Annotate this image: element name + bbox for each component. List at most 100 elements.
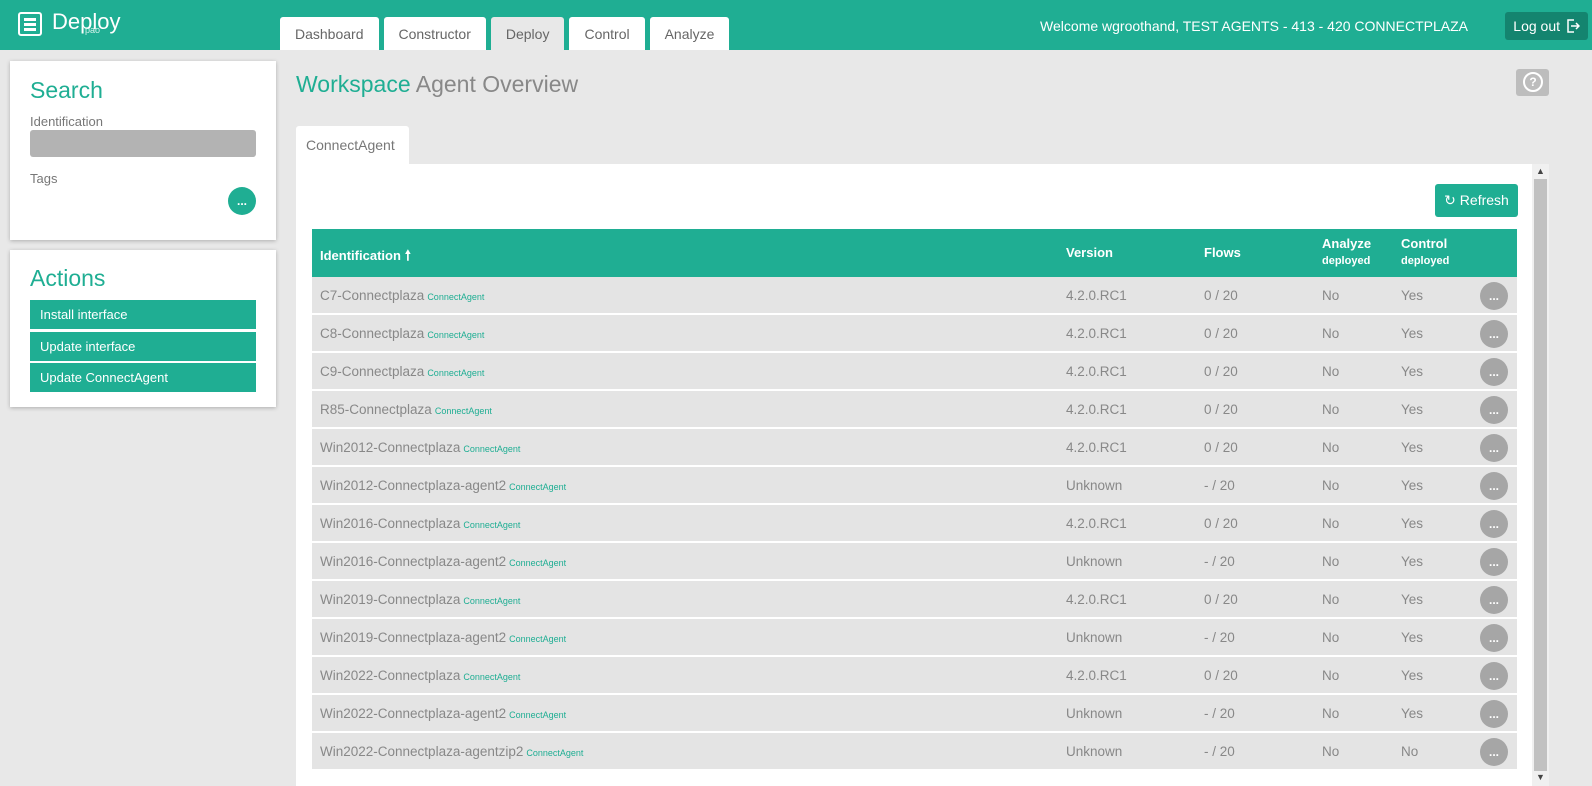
agent-identification[interactable]: C9-Connectplaza ConnectAgent [320,364,484,379]
agent-tag[interactable]: ConnectAgent [427,330,484,340]
agent-tag[interactable]: ConnectAgent [463,596,520,606]
agent-tag[interactable]: ConnectAgent [509,634,566,644]
row-more-button[interactable]: ... [1480,510,1508,538]
update-interface-button[interactable]: Update interface [30,332,256,361]
agent-analyze-deployed: No [1322,516,1340,531]
agent-tag[interactable]: ConnectAgent [509,710,566,720]
col-flows[interactable]: Flows [1204,245,1241,260]
agent-tag[interactable]: ConnectAgent [463,672,520,682]
app-logo[interactable]: Deploy [18,10,120,36]
row-more-button[interactable]: ... [1480,624,1508,652]
table-row[interactable]: C9-Connectplaza ConnectAgent 4.2.0.RC1 0 / … [312,353,1517,391]
row-more-button[interactable]: ... [1480,738,1508,766]
agent-identification[interactable]: Win2022-Connectplaza-agentzip2 ConnectAge… [320,744,583,759]
row-more-button[interactable]: ... [1480,548,1508,576]
tab-analyze[interactable]: Analyze [649,17,730,50]
arrow-up-icon: 🠕 [404,247,411,263]
agent-version: Unknown [1066,744,1123,759]
agent-name: R85-Connectplaza [320,402,432,417]
tab-connectagent[interactable]: ConnectAgent [296,126,409,166]
logout-button[interactable]: Log out [1505,12,1588,40]
agent-identification[interactable]: Win2012-Connectplaza ConnectAgent [320,440,520,455]
agent-version: 4.2.0.RC1 [1066,364,1127,379]
col-identification-label: Identification [320,248,401,263]
agent-flows: - / 20 [1204,630,1235,645]
tab-dashboard[interactable]: Dashboard [280,17,379,50]
agent-identification[interactable]: Win2016-Connectplaza-agent2 ConnectAgent [320,554,566,569]
agent-identification[interactable]: Win2019-Connectplaza ConnectAgent [320,592,520,607]
table-row[interactable]: Win2012-Connectplaza ConnectAgent 4.2.0.RC… [312,429,1517,467]
table-row[interactable]: Win2019-Connectplaza-agent2 ConnectAgent U… [312,619,1517,657]
table-row[interactable]: C7-Connectplaza ConnectAgent 4.2.0.RC1 0 / … [312,277,1517,315]
agent-version: Unknown [1066,706,1123,721]
table-row[interactable]: Win2019-Connectplaza ConnectAgent 4.2.0.RC… [312,581,1517,619]
agent-identification[interactable]: Win2022-Connectplaza-agent2 ConnectAgent [320,706,566,721]
scrollbar[interactable]: ▲ ▼ [1532,164,1549,786]
agent-version: 4.2.0.RC1 [1066,668,1127,683]
table-row[interactable]: Win2022-Connectplaza-agentzip2 ConnectAge… [312,733,1517,771]
agent-control-deployed: Yes [1401,364,1424,379]
row-more-button[interactable]: ... [1480,700,1508,728]
table-row[interactable]: Win2022-Connectplaza-agent2 ConnectAgent U… [312,695,1517,733]
col-identification[interactable]: Identification 🠕 [320,245,411,269]
tags-more-button[interactable]: ... [228,187,256,215]
row-more-button[interactable]: ... [1480,662,1508,690]
agent-control-deployed: Yes [1401,516,1424,531]
agent-identification[interactable]: C7-Connectplaza ConnectAgent [320,288,484,303]
agent-identification[interactable]: Win2016-Connectplaza ConnectAgent [320,516,520,531]
agent-identification[interactable]: C8-Connectplaza ConnectAgent [320,326,484,341]
identification-input[interactable] [30,130,256,157]
scroll-down-icon[interactable]: ▼ [1532,772,1549,784]
row-more-button[interactable]: ... [1480,358,1508,386]
install-interface-button[interactable]: Install interface [30,300,256,329]
refresh-label: Refresh [1459,192,1509,208]
agent-control-deployed: Yes [1401,706,1424,721]
agent-tag[interactable]: ConnectAgent [509,558,566,568]
agent-flows: - / 20 [1204,554,1235,569]
app-subtitle: pao [85,25,101,35]
agent-analyze-deployed: No [1322,288,1340,303]
table-row[interactable]: Win2016-Connectplaza-agent2 ConnectAgent U… [312,543,1517,581]
agent-tag[interactable]: ConnectAgent [526,748,583,758]
update-connectagent-button[interactable]: Update ConnectAgent [30,363,256,392]
help-button[interactable]: ? [1516,69,1549,96]
refresh-button[interactable]: ↻ Refresh [1435,184,1518,217]
agent-identification[interactable]: Win2022-Connectplaza ConnectAgent [320,668,520,683]
agent-identification[interactable]: Win2019-Connectplaza-agent2 ConnectAgent [320,630,566,645]
scroll-thumb[interactable] [1534,179,1547,771]
table-row[interactable]: R85-Connectplaza ConnectAgent 4.2.0.RC1 0 /… [312,391,1517,429]
table-header: Identification 🠕 Version Flows Analyze de… [312,229,1517,277]
col-analyze[interactable]: Analyze deployed [1322,236,1371,267]
table-row[interactable]: Win2022-Connectplaza ConnectAgent 4.2.0.RC… [312,657,1517,695]
agent-identification[interactable]: Win2012-Connectplaza-agent2 ConnectAgent [320,478,566,493]
agent-tag[interactable]: ConnectAgent [509,482,566,492]
agent-identification[interactable]: R85-Connectplaza ConnectAgent [320,402,492,417]
agents-table: Identification 🠕 Version Flows Analyze de… [312,229,1517,771]
row-more-button[interactable]: ... [1480,434,1508,462]
agent-name: Win2019-Connectplaza-agent2 [320,630,507,645]
agent-tag[interactable]: ConnectAgent [463,520,520,530]
row-more-button[interactable]: ... [1480,282,1508,310]
table-row[interactable]: Win2012-Connectplaza-agent2 ConnectAgent U… [312,467,1517,505]
col-version[interactable]: Version [1066,245,1113,260]
tab-control[interactable]: Control [569,17,645,50]
logout-icon [1567,19,1580,33]
agent-tag[interactable]: ConnectAgent [427,368,484,378]
agent-tag[interactable]: ConnectAgent [463,444,520,454]
row-more-button[interactable]: ... [1480,396,1508,424]
agent-tag[interactable]: ConnectAgent [427,292,484,302]
table-row[interactable]: C8-Connectplaza ConnectAgent 4.2.0.RC1 0 / … [312,315,1517,353]
main-nav: Dashboard Constructor Deploy Control Ana… [280,17,734,50]
agent-name: Win2019-Connectplaza [320,592,461,607]
row-more-button[interactable]: ... [1480,320,1508,348]
scroll-up-icon[interactable]: ▲ [1532,166,1549,178]
col-control[interactable]: Control deployed [1401,236,1449,267]
agent-tag[interactable]: ConnectAgent [435,406,492,416]
tab-deploy[interactable]: Deploy [490,17,565,50]
table-row[interactable]: Win2016-Connectplaza ConnectAgent 4.2.0.RC… [312,505,1517,543]
identification-label: Identification [30,114,103,129]
row-more-button[interactable]: ... [1480,586,1508,614]
agent-analyze-deployed: No [1322,668,1340,683]
row-more-button[interactable]: ... [1480,472,1508,500]
tab-constructor[interactable]: Constructor [383,17,486,50]
